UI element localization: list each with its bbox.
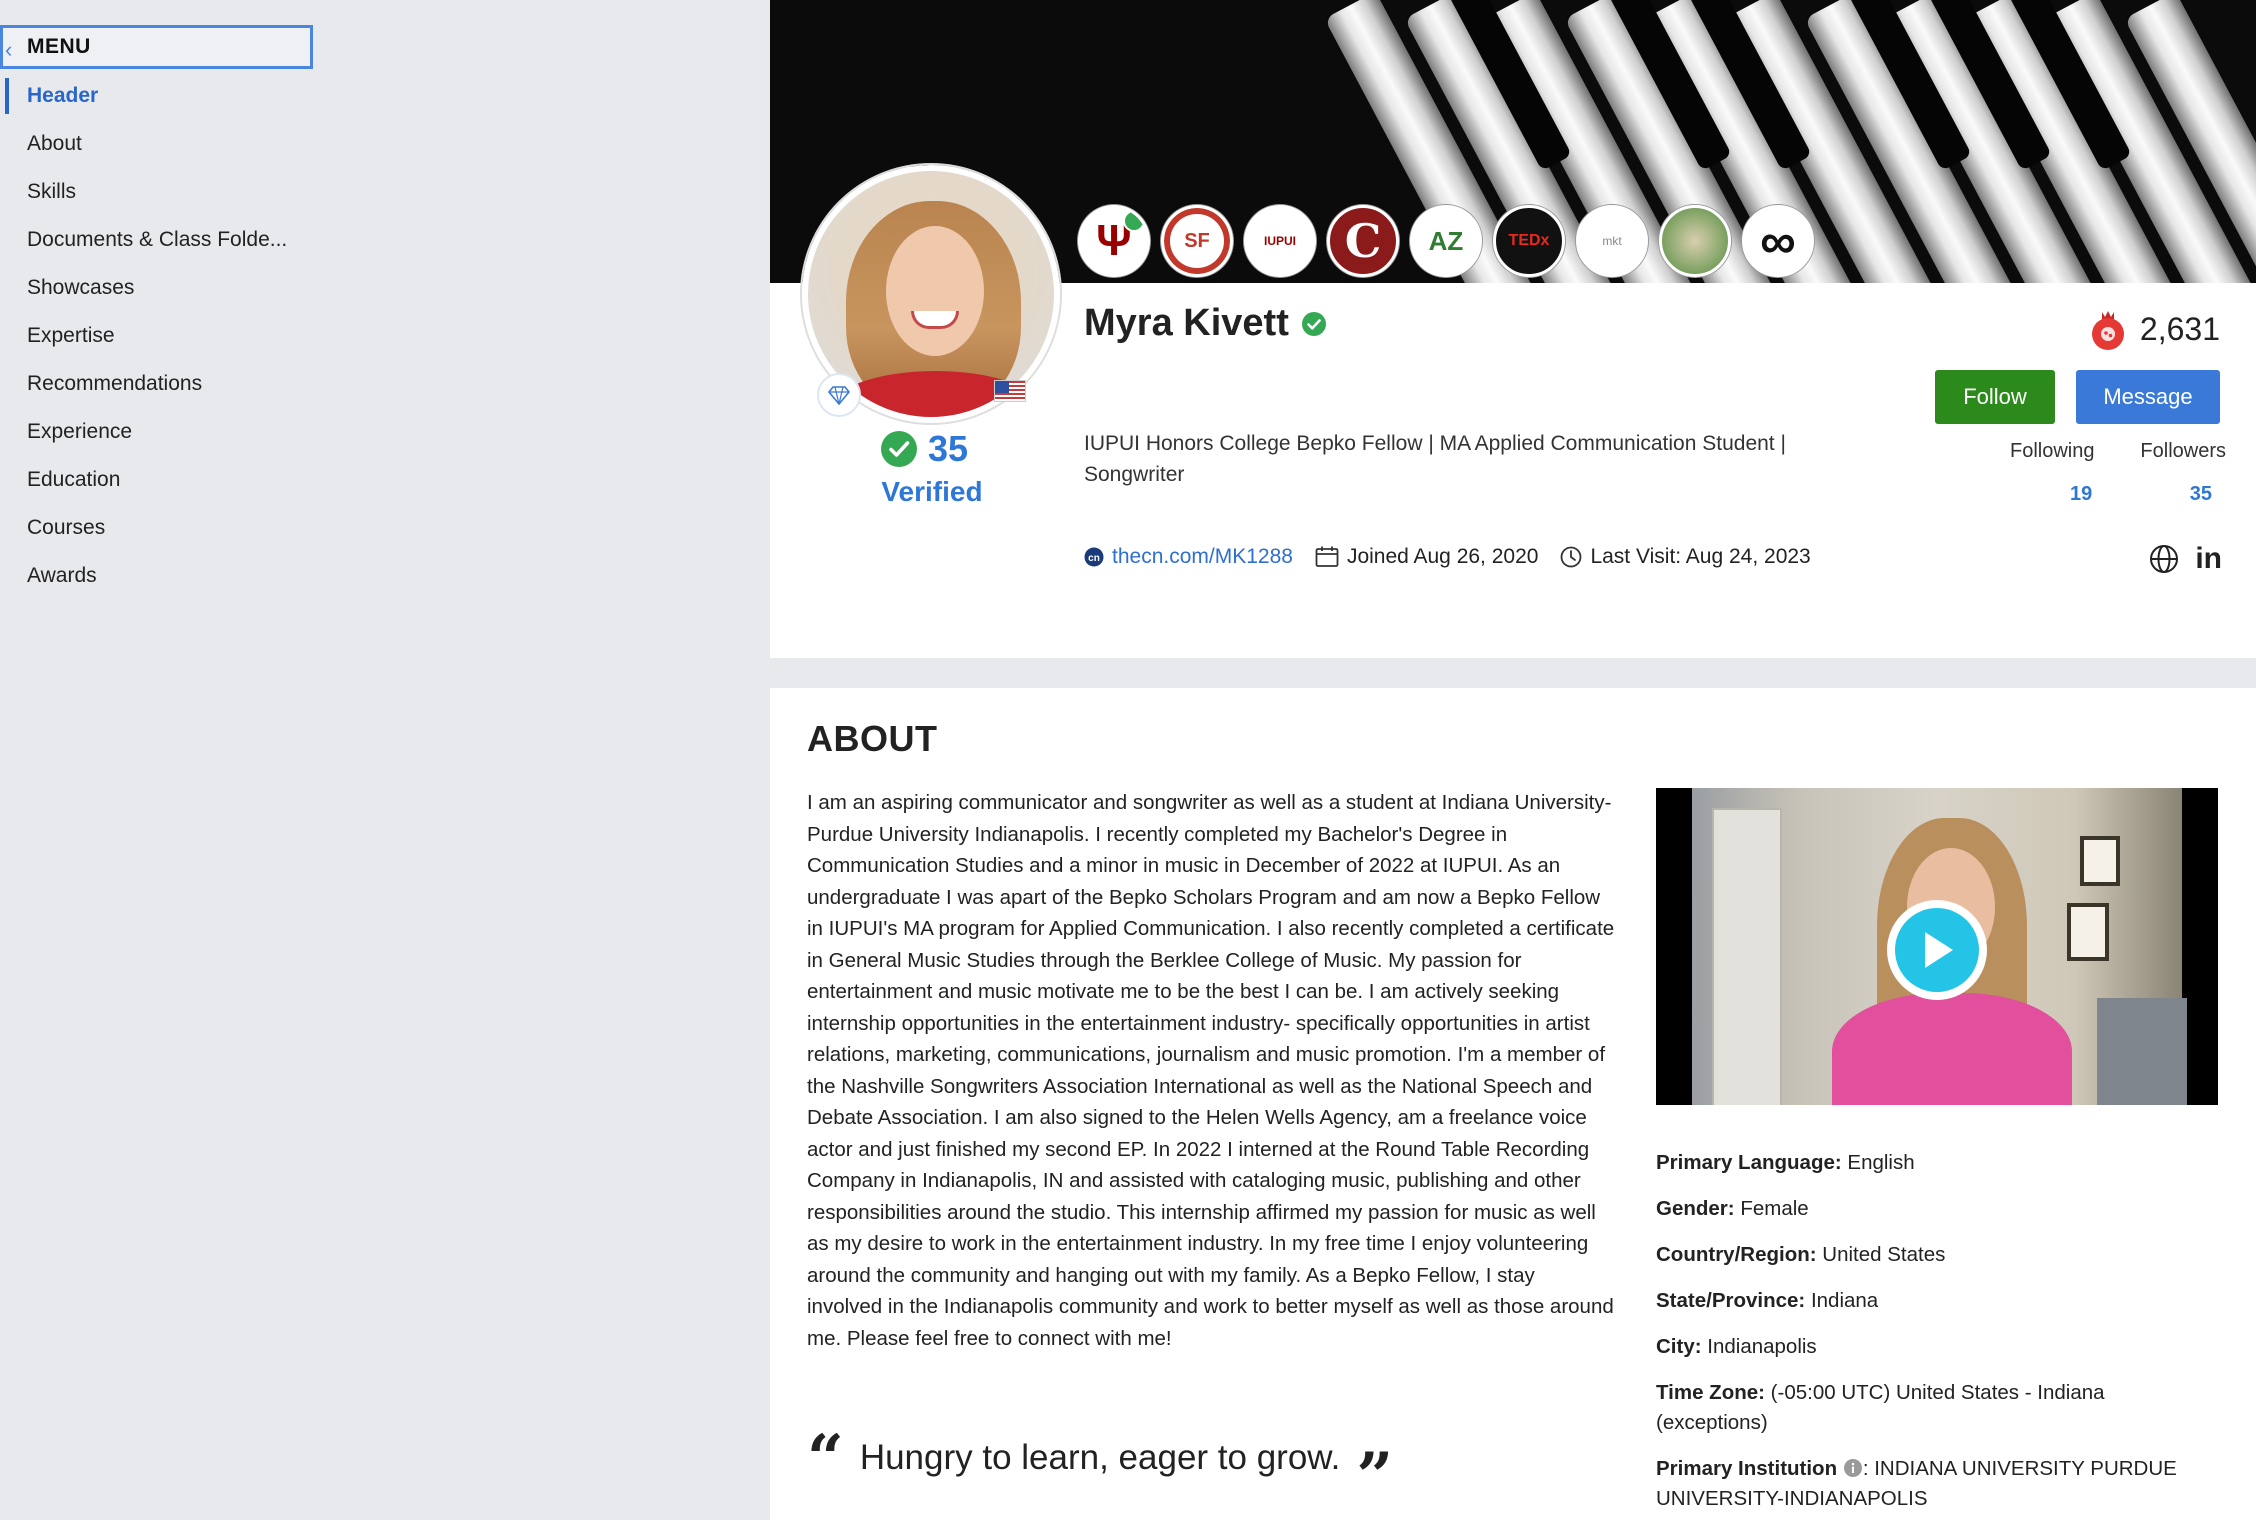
joined-date: Joined Aug 26, 2020 xyxy=(1315,545,1539,569)
info-gender: Gender: Female xyxy=(1656,1197,1809,1220)
profile-url[interactable]: thecn.com/MK1288 xyxy=(1112,545,1293,569)
info-country: Country/Region: United States xyxy=(1656,1243,1946,1266)
profile-details: Primary Language: English Gender: Female… xyxy=(1656,1148,2216,1520)
score-value: 35 xyxy=(928,428,969,469)
info-time-zone: Time Zone: (-05:00 UTC) United States - … xyxy=(1656,1381,2105,1434)
menu-item-showcases[interactable]: Showcases xyxy=(0,264,320,312)
menu-list: Header About Skills Documents & Class Fo… xyxy=(0,72,320,600)
menu-item-courses[interactable]: Courses xyxy=(0,504,320,552)
check-circle-icon xyxy=(881,431,917,467)
cn-logo-icon: cn xyxy=(1084,547,1104,567)
menu-item-education[interactable]: Education xyxy=(0,456,320,504)
menu-item-header[interactable]: Header xyxy=(0,72,320,120)
verification-score: 35 xyxy=(880,428,968,470)
verified-check-icon xyxy=(1301,311,1326,336)
quote-text: Hungry to learn, eager to grow. xyxy=(859,1438,1341,1477)
group-photo-badge[interactable] xyxy=(1659,205,1731,277)
menu-item-label: Expertise xyxy=(27,324,115,347)
menu-item-expertise[interactable]: Expertise xyxy=(0,312,320,360)
profile-link[interactable]: cn thecn.com/MK1288 xyxy=(1084,545,1293,569)
play-button[interactable] xyxy=(1887,900,1987,1000)
last-visit: Last Visit: Aug 24, 2023 xyxy=(1560,545,1811,569)
us-flag-icon xyxy=(994,380,1026,402)
c-badge[interactable]: C xyxy=(1327,205,1399,277)
menu-item-label: Recommendations xyxy=(27,372,203,395)
iupui-honors-badge[interactable]: IUPUI xyxy=(1244,205,1316,277)
menu-item-label: Skills xyxy=(27,180,77,203)
quote-close-icon: ” xyxy=(1356,1439,1394,1514)
profile-header-card: 35 Verified Ψ SF IUPUI C AZ TEDx mkt ∞ M… xyxy=(770,0,2256,658)
menu-item-skills[interactable]: Skills xyxy=(0,168,320,216)
menu-item-label: Experience xyxy=(27,420,133,443)
diamond-icon xyxy=(817,373,861,417)
calendar-icon xyxy=(1315,546,1339,567)
about-section: ABOUT I am an aspiring communicator and … xyxy=(770,688,2256,1520)
sidebar-menu: ‹ MENU Header About Skills Documents & C… xyxy=(0,0,770,1520)
info-primary-language: Primary Language: English xyxy=(1656,1151,1915,1174)
quote-open-icon: “ xyxy=(807,1421,844,1496)
info-primary-institution: Primary Institution : INDIANA UNIVERSITY… xyxy=(1656,1457,2177,1510)
infinity-badge[interactable]: ∞ xyxy=(1742,205,1814,277)
follow-stats: Following Followers 19 35 xyxy=(2010,440,2226,506)
clock-icon xyxy=(1561,546,1582,568)
menu-item-experience[interactable]: Experience xyxy=(0,408,320,456)
svg-text:cn: cn xyxy=(1088,553,1100,564)
verified-label: Verified xyxy=(881,476,983,507)
follow-button[interactable]: Follow xyxy=(1935,370,2055,424)
profile-name-row: Myra Kivett xyxy=(1084,302,1327,345)
menu-item-awards[interactable]: Awards xyxy=(0,552,320,600)
message-button[interactable]: Message xyxy=(2076,370,2220,424)
info-state: State/Province: Indiana xyxy=(1656,1289,1879,1312)
menu-item-documents[interactable]: Documents & Class Folde... xyxy=(0,216,320,264)
iu-badge[interactable]: Ψ xyxy=(1078,205,1150,277)
about-body: I am an aspiring communicator and songwr… xyxy=(807,791,1615,1350)
followers-label: Followers xyxy=(2140,440,2226,462)
points-counter: 2,631 xyxy=(2086,306,2220,352)
last-visit-text: Last Visit: Aug 24, 2023 xyxy=(1590,545,1811,568)
joined-text: Joined Aug 26, 2020 xyxy=(1346,545,1539,568)
menu-item-recommendations[interactable]: Recommendations xyxy=(0,360,320,408)
menu-item-label: Awards xyxy=(27,564,97,587)
info-icon[interactable] xyxy=(1843,1458,1863,1478)
marketing-club-badge[interactable]: mkt xyxy=(1576,205,1648,277)
menu-item-label: Documents & Class Folde... xyxy=(27,228,288,251)
menu-item-label: Showcases xyxy=(27,276,135,299)
points-value: 2,631 xyxy=(2139,310,2220,347)
followers-count[interactable]: 35 xyxy=(2190,483,2212,506)
profile-meta: cn thecn.com/MK1288 Joined Aug 26, 2020 … xyxy=(1084,545,1811,569)
social-links: in xyxy=(2149,542,2222,576)
quote-block: “ Hungry to learn, eager to grow. ” xyxy=(807,1421,1394,1514)
sf-badge[interactable]: SF xyxy=(1161,205,1233,277)
following-label: Following xyxy=(2010,440,2095,462)
menu-item-about[interactable]: About xyxy=(0,120,320,168)
intro-video[interactable] xyxy=(1656,788,2218,1105)
badge-list: Ψ SF IUPUI C AZ TEDx mkt ∞ xyxy=(1078,205,1814,277)
chevron-left-icon: ‹ xyxy=(5,37,13,62)
menu-item-label: Education xyxy=(27,468,121,491)
tedx-badge[interactable]: TEDx xyxy=(1493,205,1565,277)
info-city: City: Indianapolis xyxy=(1656,1335,1817,1358)
profile-name: Myra Kivett xyxy=(1084,302,1289,344)
globe-icon[interactable] xyxy=(2149,544,2179,574)
play-icon xyxy=(1925,932,1953,968)
linkedin-icon[interactable]: in xyxy=(2195,542,2222,576)
about-title: ABOUT xyxy=(807,718,938,759)
pomegranate-icon xyxy=(2091,311,2124,350)
menu-label: MENU xyxy=(27,35,91,58)
menu-item-label: About xyxy=(27,132,82,155)
profile-headline: IUPUI Honors College Bepko Fellow | MA A… xyxy=(1084,432,1786,486)
az-badge[interactable]: AZ xyxy=(1410,205,1482,277)
following-count[interactable]: 19 xyxy=(2070,483,2092,506)
menu-item-label: Courses xyxy=(27,516,106,539)
menu-item-label: Header xyxy=(27,84,99,107)
menu-toggle-button[interactable]: ‹ MENU xyxy=(0,25,313,69)
